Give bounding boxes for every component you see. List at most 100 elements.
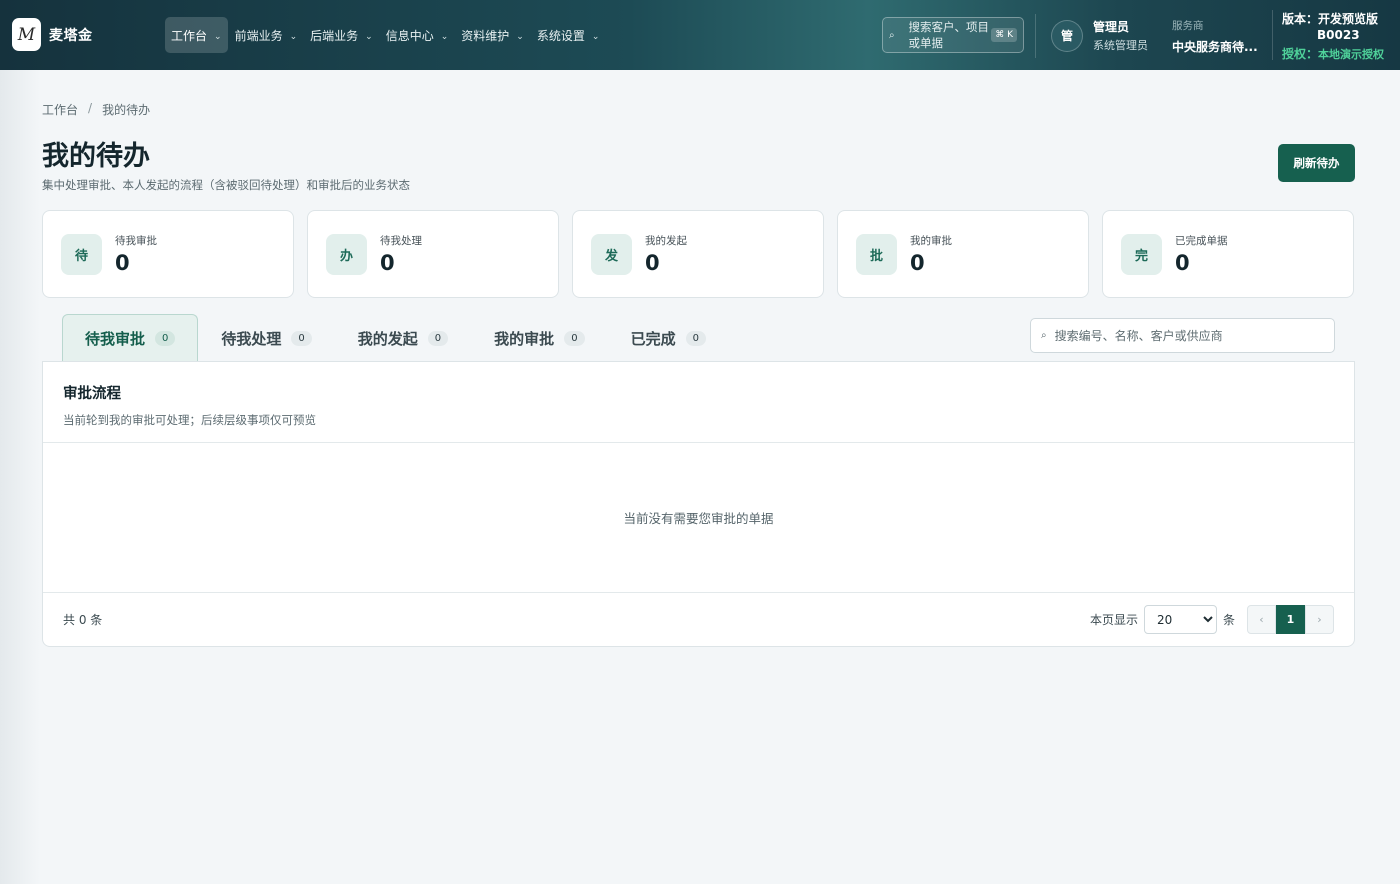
total-count: 共 0 条 xyxy=(63,613,103,627)
chevron-down-icon: ⌄ xyxy=(516,32,524,42)
list-search-box: ⌕ xyxy=(1030,318,1335,353)
version-label: 版本： xyxy=(1282,12,1319,26)
tab-my-approvals[interactable]: 我的审批 0 xyxy=(471,314,607,362)
global-search-text: 搜索客户、项目或单据 xyxy=(908,20,989,50)
nav-item-label: 信息中心 xyxy=(385,28,434,43)
todo-tabs: 待我审批 0 待我处理 0 我的发起 0 我的审批 0 已完成 0 xyxy=(62,314,729,362)
tab-my-initiated[interactable]: 我的发起 0 xyxy=(335,314,471,362)
stat-label: 待我审批 xyxy=(115,235,157,247)
search-icon: ⌕ xyxy=(889,29,895,41)
list-search-input[interactable] xyxy=(1054,328,1325,343)
version-info: 版本：开发预览版 B0023 授权：本地演示授权 xyxy=(1282,11,1384,63)
stat-label: 待我处理 xyxy=(380,235,422,247)
provider-label: 服务商 xyxy=(1172,20,1204,32)
search-icon: ⌕ xyxy=(1041,330,1047,341)
nav-item-data-maintenance[interactable]: 资料维护 ⌄ xyxy=(455,17,530,53)
tab-label: 已完成 xyxy=(630,330,676,348)
nav-item-label: 前端业务 xyxy=(234,28,283,43)
tab-label: 待我处理 xyxy=(221,330,282,348)
pager: ‹ 1 › xyxy=(1247,605,1334,634)
chevron-down-icon: ⌄ xyxy=(365,32,373,42)
nav-item-label: 资料维护 xyxy=(461,28,510,43)
empty-state-text: 当前没有需要您审批的单据 xyxy=(623,511,774,526)
breadcrumb: 工作台 / 我的待办 xyxy=(42,101,150,118)
stat-label: 我的发起 xyxy=(645,235,687,247)
breadcrumb-separator: / xyxy=(88,101,93,115)
page-button-current[interactable]: 1 xyxy=(1276,605,1305,634)
stat-value: 0 xyxy=(1175,251,1190,275)
empty-state: 当前没有需要您审批的单据 xyxy=(43,443,1354,593)
chevron-down-icon: ⌄ xyxy=(289,32,298,42)
pending-handling-icon: 办 xyxy=(326,233,367,275)
approval-panel: 审批流程 当前轮到我的审批可处理；后续层级事项仅可预览 当前没有需要您审批的单据… xyxy=(42,361,1355,647)
tab-pending-approval[interactable]: 待我审批 0 xyxy=(62,314,199,362)
nav-item-frontend-business[interactable]: 前端业务 ⌄ xyxy=(229,17,304,53)
tab-pending-handling[interactable]: 待我处理 0 xyxy=(198,314,334,362)
breadcrumb-home-link[interactable]: 工作台 xyxy=(42,101,78,118)
page-size-select[interactable]: 20 xyxy=(1143,605,1217,634)
tab-label: 待我审批 xyxy=(85,330,146,348)
completed-icon: 完 xyxy=(1121,233,1162,275)
prev-page-button[interactable]: ‹ xyxy=(1247,605,1276,634)
page-title: 我的待办 xyxy=(42,141,150,172)
approval-icon: 批 xyxy=(856,233,897,275)
divider xyxy=(1035,14,1036,58)
shortcut-hint: ⌘ K xyxy=(991,28,1017,42)
tab-count-badge: 0 xyxy=(427,331,449,346)
user-role: 系统管理员 xyxy=(1093,39,1148,52)
tab-count-badge: 0 xyxy=(564,331,585,346)
stats-row: 待 待我审批 0 办 待我处理 0 发 我的发起 0 批 我的审批 0 完 已完… xyxy=(42,210,1354,298)
page-description: 集中处理审批、本人发起的流程（含被驳回待处理）和审批后的业务状态 xyxy=(42,178,410,192)
brand-logo-icon: M xyxy=(12,18,41,51)
breadcrumb-current: 我的待办 xyxy=(102,103,151,117)
license-value: 本地演示授权 xyxy=(1318,48,1385,61)
nav-item-workbench[interactable]: 工作台 ⌄ xyxy=(165,17,228,53)
stat-card-completed[interactable]: 完 已完成单据 0 xyxy=(1102,210,1354,298)
brand[interactable]: M 麦塔金 xyxy=(12,18,93,51)
nav-item-info-center[interactable]: 信息中心 ⌄ xyxy=(380,17,455,53)
per-page-label: 本页显示 xyxy=(1089,613,1138,627)
panel-header: 审批流程 当前轮到我的审批可处理；后续层级事项仅可预览 xyxy=(43,362,1354,443)
stat-value: 0 xyxy=(645,251,660,275)
stat-label: 已完成单据 xyxy=(1175,235,1228,247)
initiated-icon: 发 xyxy=(591,233,632,275)
pagination-footer: 共 0 条 本页显示 20 条 ‹ 1 › xyxy=(43,593,1354,646)
stat-card-pending-handling[interactable]: 办 待我处理 0 xyxy=(307,210,559,298)
tab-count-badge: 0 xyxy=(291,331,312,346)
avatar: 管 xyxy=(1051,19,1083,52)
nav-item-label: 工作台 xyxy=(171,28,208,43)
side-shade xyxy=(0,70,40,884)
tab-count-badge: 0 xyxy=(685,331,706,346)
nav-item-backend-business[interactable]: 后端业务 ⌄ xyxy=(304,17,379,53)
chevron-down-icon: ⌄ xyxy=(591,32,600,42)
stat-card-my-approvals[interactable]: 批 我的审批 0 xyxy=(837,210,1089,298)
main-nav: 工作台 ⌄ 前端业务 ⌄ 后端业务 ⌄ 信息中心 ⌄ 资料维护 ⌄ 系统设置 ⌄ xyxy=(165,17,606,53)
version-build: B0023 xyxy=(1317,28,1360,42)
provider-name: 中央服务商待... xyxy=(1172,40,1258,54)
chevron-down-icon: ⌄ xyxy=(214,32,222,42)
stat-label: 我的审批 xyxy=(910,235,952,247)
tab-completed[interactable]: 已完成 0 xyxy=(608,314,729,362)
nav-item-system-settings[interactable]: 系统设置 ⌄ xyxy=(531,17,606,53)
tab-label: 我的发起 xyxy=(357,330,418,348)
panel-title: 审批流程 xyxy=(63,386,121,402)
tab-label: 我的审批 xyxy=(494,330,555,348)
nav-item-label: 系统设置 xyxy=(536,28,585,43)
panel-subtitle: 当前轮到我的审批可处理；后续层级事项仅可预览 xyxy=(63,413,316,427)
unit-label: 条 xyxy=(1222,613,1235,627)
next-page-button[interactable]: › xyxy=(1305,605,1334,634)
stat-value: 0 xyxy=(910,251,925,275)
brand-name: 麦塔金 xyxy=(49,27,93,44)
stat-card-my-initiated[interactable]: 发 我的发起 0 xyxy=(572,210,824,298)
version-value: 开发预览版 xyxy=(1318,12,1379,26)
user-menu[interactable]: 管 管理员 系统管理员 xyxy=(1051,18,1148,53)
chevron-down-icon: ⌄ xyxy=(440,32,449,42)
top-navigation-bar: M 麦塔金 工作台 ⌄ 前端业务 ⌄ 后端业务 ⌄ 信息中心 ⌄ 资料维护 ⌄ … xyxy=(0,0,1400,70)
refresh-todos-button[interactable]: 刷新待办 xyxy=(1278,144,1355,182)
stat-value: 0 xyxy=(115,251,130,275)
user-name: 管理员 xyxy=(1093,20,1130,34)
provider-info[interactable]: 服务商 中央服务商待... xyxy=(1172,18,1258,55)
global-search-button[interactable]: ⌕ 搜索客户、项目或单据 ⌘ K xyxy=(882,17,1024,53)
divider xyxy=(1272,10,1273,60)
stat-card-pending-approval[interactable]: 待 待我审批 0 xyxy=(42,210,294,298)
